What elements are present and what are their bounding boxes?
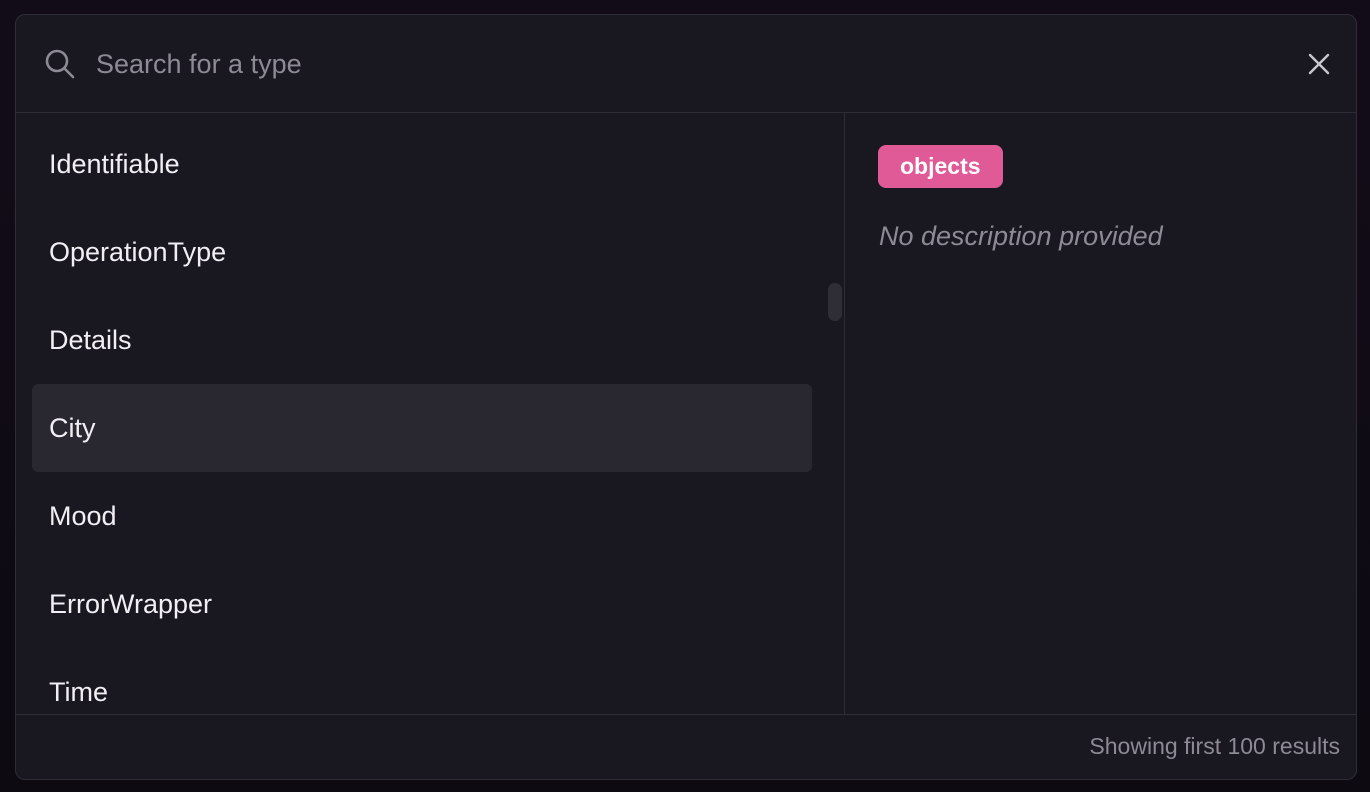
close-icon[interactable] [1306,51,1332,77]
list-item-mood[interactable]: Mood [32,472,812,560]
list-item-identifiable[interactable]: Identifiable [32,120,812,208]
type-kind-badge: objects [878,145,1003,188]
list-item-errorwrapper[interactable]: ErrorWrapper [32,560,812,648]
list-item-label: Identifiable [49,149,180,179]
list-item-operationtype[interactable]: OperationType [32,208,812,296]
list-item-label: Details [49,325,132,355]
list-item-label: ErrorWrapper [49,589,213,619]
search-icon [44,48,76,80]
list-item-label: City [49,413,96,443]
search-input[interactable] [96,41,1256,87]
list-item-label: Mood [49,501,117,531]
type-description: No description provided [879,221,1163,251]
list-item-city[interactable]: City [32,384,812,472]
list-item-details[interactable]: Details [32,296,812,384]
list-item-label: Time [49,677,108,707]
list-item-time[interactable]: Time [32,648,812,714]
search-bar [16,15,1356,113]
scrollbar-thumb[interactable] [828,283,842,321]
results-footer: Showing first 100 results [16,714,1356,779]
type-list: Identifiable OperationType Details City … [16,113,845,714]
type-search-dialog: Identifiable OperationType Details City … [15,14,1357,780]
results-count-text: Showing first 100 results [1089,733,1340,759]
type-detail-panel: objects No description provided [846,113,1356,714]
list-item-label: OperationType [49,237,227,267]
